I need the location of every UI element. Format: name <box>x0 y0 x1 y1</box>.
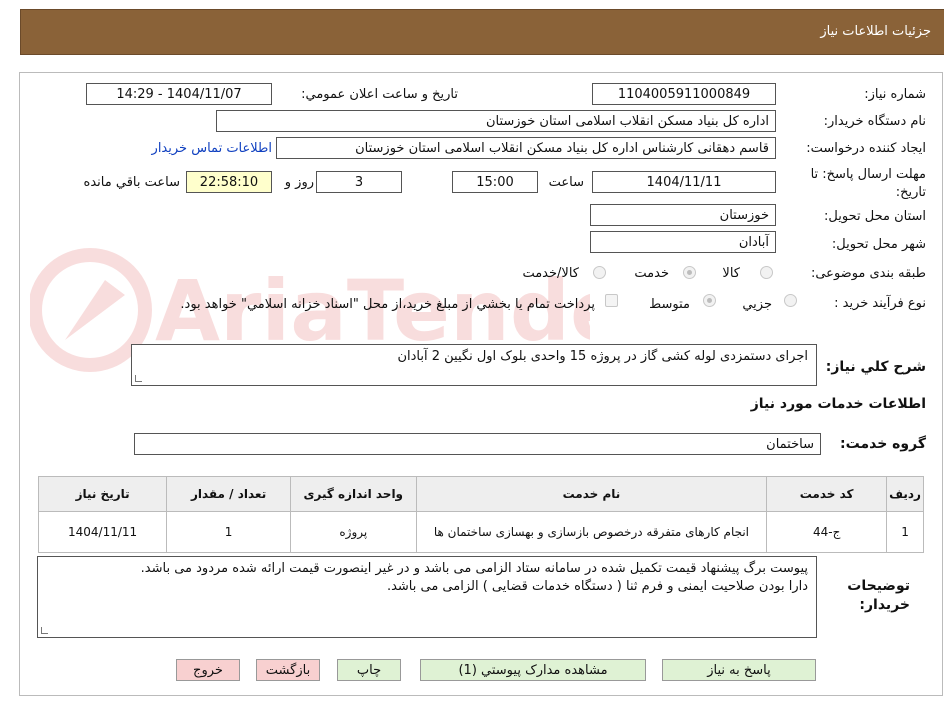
cell-unit: پروژه <box>289 511 417 553</box>
col-unit: واحد اندازه گيری <box>289 476 417 512</box>
category-label: طبقه بندی موضوعی: <box>810 266 926 281</box>
deadline-time-field: 15:00 <box>452 171 538 193</box>
category-goods-service-radio[interactable] <box>593 266 606 279</box>
cell-code: ج-44 <box>766 511 888 553</box>
col-code: کد خدمت <box>766 476 888 512</box>
col-row: رديف <box>886 476 924 512</box>
process-minor-label: جزیي <box>742 297 772 312</box>
process-label: نوع فرآيند خريد : <box>834 296 926 311</box>
buyer-org-label: نام دستگاه خريدار: <box>823 114 926 129</box>
deadline-time-label: ساعت <box>548 175 584 190</box>
attachments-button[interactable]: مشاهده مدارک پيوستي (1) <box>420 659 646 681</box>
need-number-field: 1104005911000849 <box>592 83 776 105</box>
services-table: رديف کد خدمت نام خدمت واحد اندازه گيری ت… <box>37 476 924 553</box>
need-number-label: شماره نیاز: <box>864 87 926 102</box>
category-goods-service-label: کالا/خدمت <box>522 266 579 281</box>
services-section-title: اطلاعات خدمات مورد نياز <box>750 396 926 412</box>
cell-qty: 1 <box>166 511 291 553</box>
category-service-radio[interactable] <box>683 266 696 279</box>
city-field: آبادان <box>590 231 776 253</box>
exit-button[interactable]: خروج <box>176 659 240 681</box>
page-title: جزئیات اطلاعات نیاز <box>820 24 931 39</box>
days-field: 3 <box>316 171 402 193</box>
requester-label: ايجاد کننده درخواست: <box>806 141 926 156</box>
requester-field: قاسم دهقانی کارشناس اداره کل بنیاد مسکن … <box>276 137 776 159</box>
print-button[interactable]: چاپ <box>337 659 401 681</box>
service-group-label: گروه خدمت: <box>840 436 926 452</box>
table-row: 1 ج-44 انجام کارهای متفرقه درخصوص بازساز… <box>37 511 924 553</box>
cell-row: 1 <box>886 511 924 553</box>
page-header: جزئیات اطلاعات نیاز <box>20 9 944 55</box>
buyer-org-field: اداره کل بنیاد مسکن انقلاب اسلامی استان … <box>216 110 776 132</box>
back-button[interactable]: بازگشت <box>256 659 320 681</box>
table-header-row: رديف کد خدمت نام خدمت واحد اندازه گيری ت… <box>37 476 924 512</box>
category-goods-label: کالا <box>722 266 740 281</box>
buyer-contact-link[interactable]: اطلاعات تماس خريدار <box>152 141 272 156</box>
city-label: شهر محل تحويل: <box>831 237 926 252</box>
col-qty: تعداد / مقدار <box>166 476 291 512</box>
buyer-notes-line-2: دارا بودن صلاحیت ایمنی و فرم ثنا ( دستگا… <box>386 579 808 594</box>
description-field: اجرای دستمزدی لوله کشی گاز در پروژه 15 و… <box>131 344 817 386</box>
process-medium-label: متوسط <box>649 297 690 312</box>
announce-label: تاریخ و ساعت اعلان عمومي: <box>301 87 458 102</box>
days-label: روز و <box>284 175 314 190</box>
cell-name: انجام کارهای متفرقه درخصوص بازسازی و بهس… <box>415 511 768 553</box>
reply-button[interactable]: پاسخ به نياز <box>662 659 816 681</box>
province-label: استان محل تحويل: <box>824 209 926 224</box>
process-minor-radio[interactable] <box>784 294 797 307</box>
deadline-date-field: 1404/11/11 <box>592 171 776 193</box>
category-service-label: خدمت <box>634 266 669 281</box>
cell-date: 1404/11/11 <box>37 511 168 553</box>
service-group-field: ساختمان <box>134 433 821 455</box>
remaining-label: ساعت باقي مانده <box>83 175 180 190</box>
process-medium-radio[interactable] <box>703 294 716 307</box>
announce-field: 1404/11/07 - 14:29 <box>86 83 272 105</box>
buyer-notes-label: توضيحات خريدار: <box>847 578 910 613</box>
description-label: شرح كلي نياز: <box>825 359 926 375</box>
treasury-note: پرداخت تمام يا بخشي از مبلغ خريد،از محل … <box>180 297 595 312</box>
buyer-notes-field: پیوست برگ پیشنهاد قیمت تکمیل شده در ساما… <box>37 556 817 638</box>
buyer-notes-line-1: پیوست برگ پیشنهاد قیمت تکمیل شده در ساما… <box>140 561 808 576</box>
description-text: اجرای دستمزدی لوله کشی گاز در پروژه 15 و… <box>397 349 808 364</box>
treasury-checkbox[interactable] <box>605 294 618 307</box>
resize-handle-icon[interactable] <box>135 375 142 382</box>
col-name: نام خدمت <box>415 476 768 512</box>
remaining-time-field: 22:58:10 <box>186 171 272 193</box>
category-goods-radio[interactable] <box>760 266 773 279</box>
resize-handle-icon[interactable] <box>41 627 48 634</box>
deadline-label: مهلت ارسال پاسخ: تا تاريخ: <box>810 167 926 200</box>
col-date: تاريخ نياز <box>37 476 168 512</box>
province-field: خوزستان <box>590 204 776 226</box>
